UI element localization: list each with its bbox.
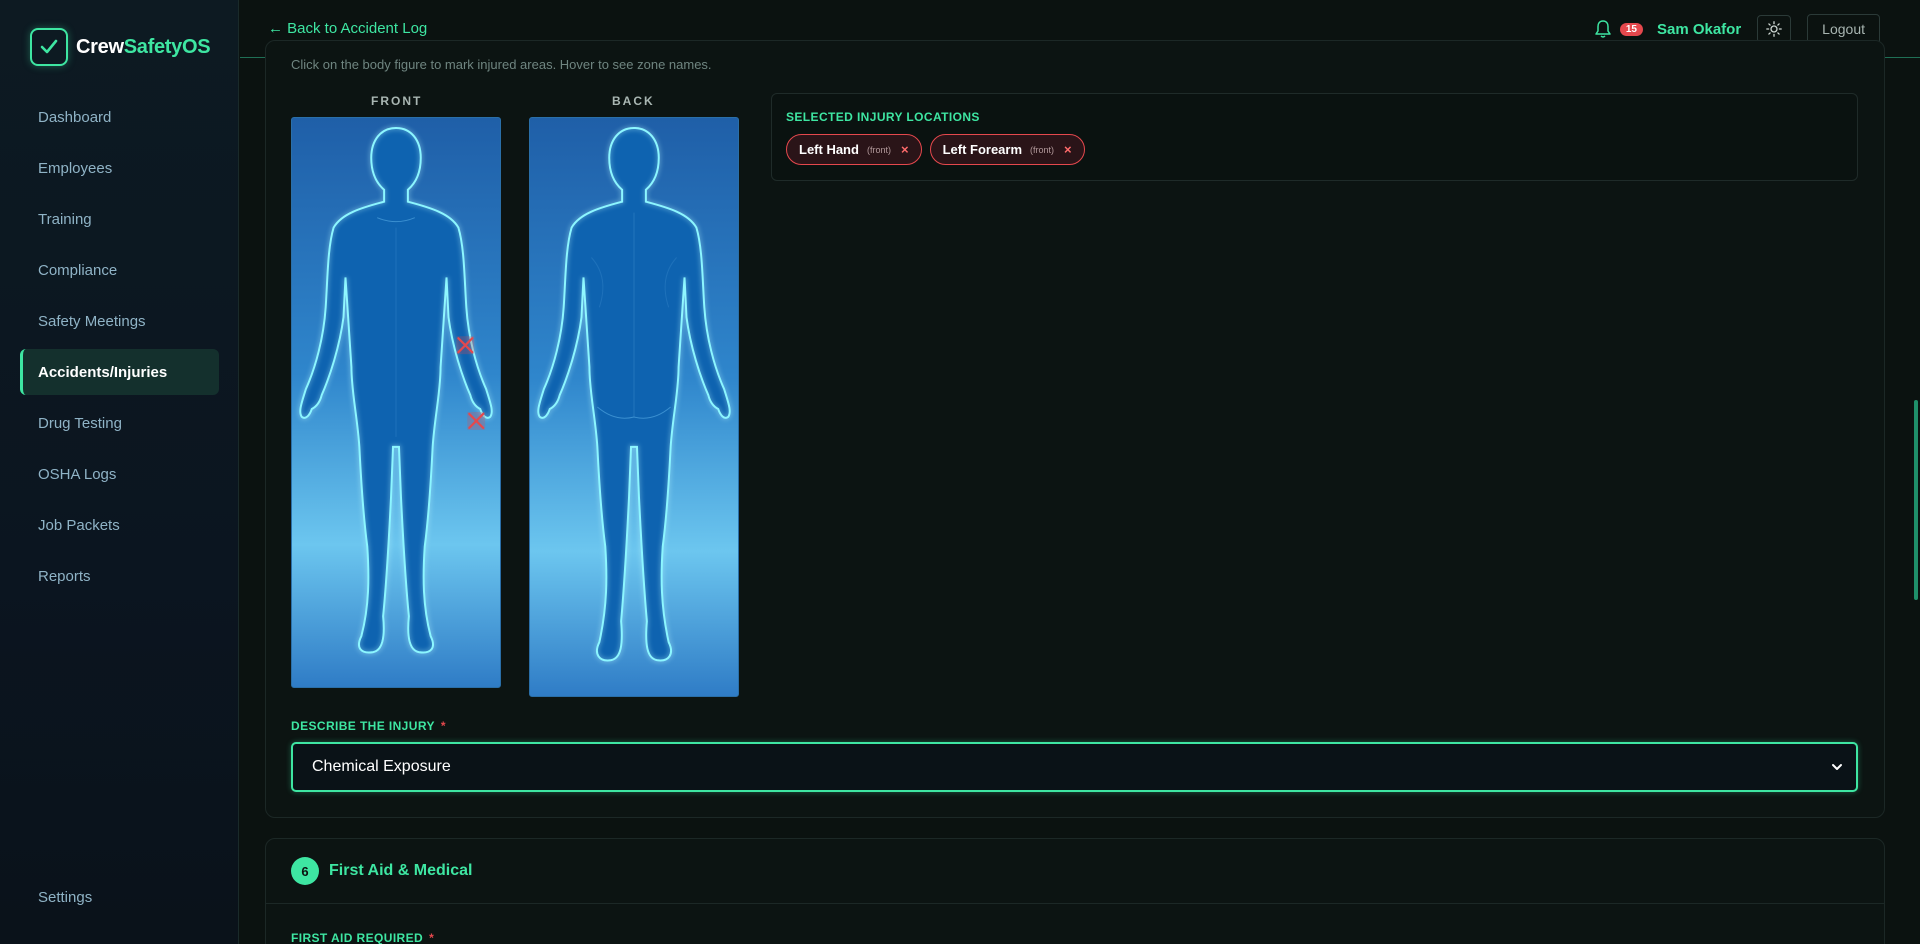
front-body-figure[interactable] <box>291 117 501 688</box>
sidebar-item-compliance[interactable]: Compliance <box>20 247 219 293</box>
sidebar-item-reports[interactable]: Reports <box>20 553 219 599</box>
back-figure-label: BACK <box>612 94 655 108</box>
front-body-svg[interactable] <box>292 118 500 687</box>
selected-locations-title: SELECTED INJURY LOCATIONS <box>786 110 980 124</box>
injury-type-select[interactable]: Chemical Exposure <box>291 742 1858 792</box>
body-map-hint: Click on the body figure to mark injured… <box>291 57 712 72</box>
selected-chip-left-hand: Left Hand (front) × <box>786 134 922 165</box>
back-body-figure[interactable] <box>529 117 739 697</box>
selected-injury-locations: SELECTED INJURY LOCATIONS Left Hand (fro… <box>771 93 1858 181</box>
check-icon <box>30 28 68 66</box>
sidebar: CrewSafetyOS Dashboard Employees Trainin… <box>0 0 239 944</box>
back-to-accident-log-link[interactable]: ← Back to Accident Log <box>268 20 427 37</box>
front-figure-label: FRONT <box>371 94 423 108</box>
sidebar-item-job-packets[interactable]: Job Packets <box>20 502 219 548</box>
brand[interactable]: CrewSafetyOS <box>30 28 211 66</box>
sidebar-item-dashboard[interactable]: Dashboard <box>20 94 219 140</box>
first-aid-required-label: FIRST AID REQUIRED * <box>291 931 435 944</box>
injury-marker-left-hand[interactable] <box>467 411 486 430</box>
sidebar-item-employees[interactable]: Employees <box>20 145 219 191</box>
sidebar-nav: Dashboard Employees Training Compliance … <box>20 94 219 604</box>
theme-toggle-button[interactable] <box>1757 15 1792 43</box>
injury-marker-left-forearm[interactable] <box>456 336 475 355</box>
sidebar-item-training[interactable]: Training <box>20 196 219 242</box>
first-aid-card <box>265 838 1885 944</box>
section-number-badge: 6 <box>291 857 319 885</box>
sun-icon <box>1766 21 1783 37</box>
injury-type-value: Chemical Exposure <box>312 758 451 775</box>
back-body-svg[interactable] <box>530 118 738 696</box>
sidebar-item-settings[interactable]: Settings <box>20 874 219 920</box>
sidebar-item-accidents-injuries[interactable]: Accidents/Injuries <box>20 349 219 395</box>
chip-side: (front) <box>1030 144 1055 155</box>
section-divider <box>266 903 1884 904</box>
chevron-down-icon <box>1832 764 1842 770</box>
page-scrollbar[interactable] <box>1912 58 1920 944</box>
close-icon[interactable]: × <box>1064 142 1072 157</box>
scrollbar-thumb[interactable] <box>1914 400 1918 600</box>
sidebar-item-drug-testing[interactable]: Drug Testing <box>20 400 219 446</box>
brand-name: CrewSafetyOS <box>76 35 211 58</box>
chip-side: (front) <box>866 144 891 155</box>
chip-label: Left Forearm <box>942 142 1023 157</box>
sidebar-settings-wrap: Settings <box>20 874 219 925</box>
first-aid-section-title: First Aid & Medical <box>329 862 473 879</box>
selected-chip-list: Left Hand (front) × Left Forearm (front)… <box>786 134 1093 165</box>
bell-icon[interactable] <box>1594 19 1614 39</box>
notification-count-badge: 15 <box>1619 22 1643 36</box>
sidebar-item-safety-meetings[interactable]: Safety Meetings <box>20 298 219 344</box>
sidebar-item-osha-logs[interactable]: OSHA Logs <box>20 451 219 497</box>
close-icon[interactable]: × <box>901 142 909 157</box>
app-root: CrewSafetyOS Dashboard Employees Trainin… <box>0 0 1920 944</box>
describe-injury-label: DESCRIBE THE INJURY * <box>291 719 446 733</box>
user-name[interactable]: Sam Okafor <box>1657 21 1741 38</box>
selected-chip-left-forearm: Left Forearm (front) × <box>929 134 1085 165</box>
chip-label: Left Hand <box>799 142 859 157</box>
